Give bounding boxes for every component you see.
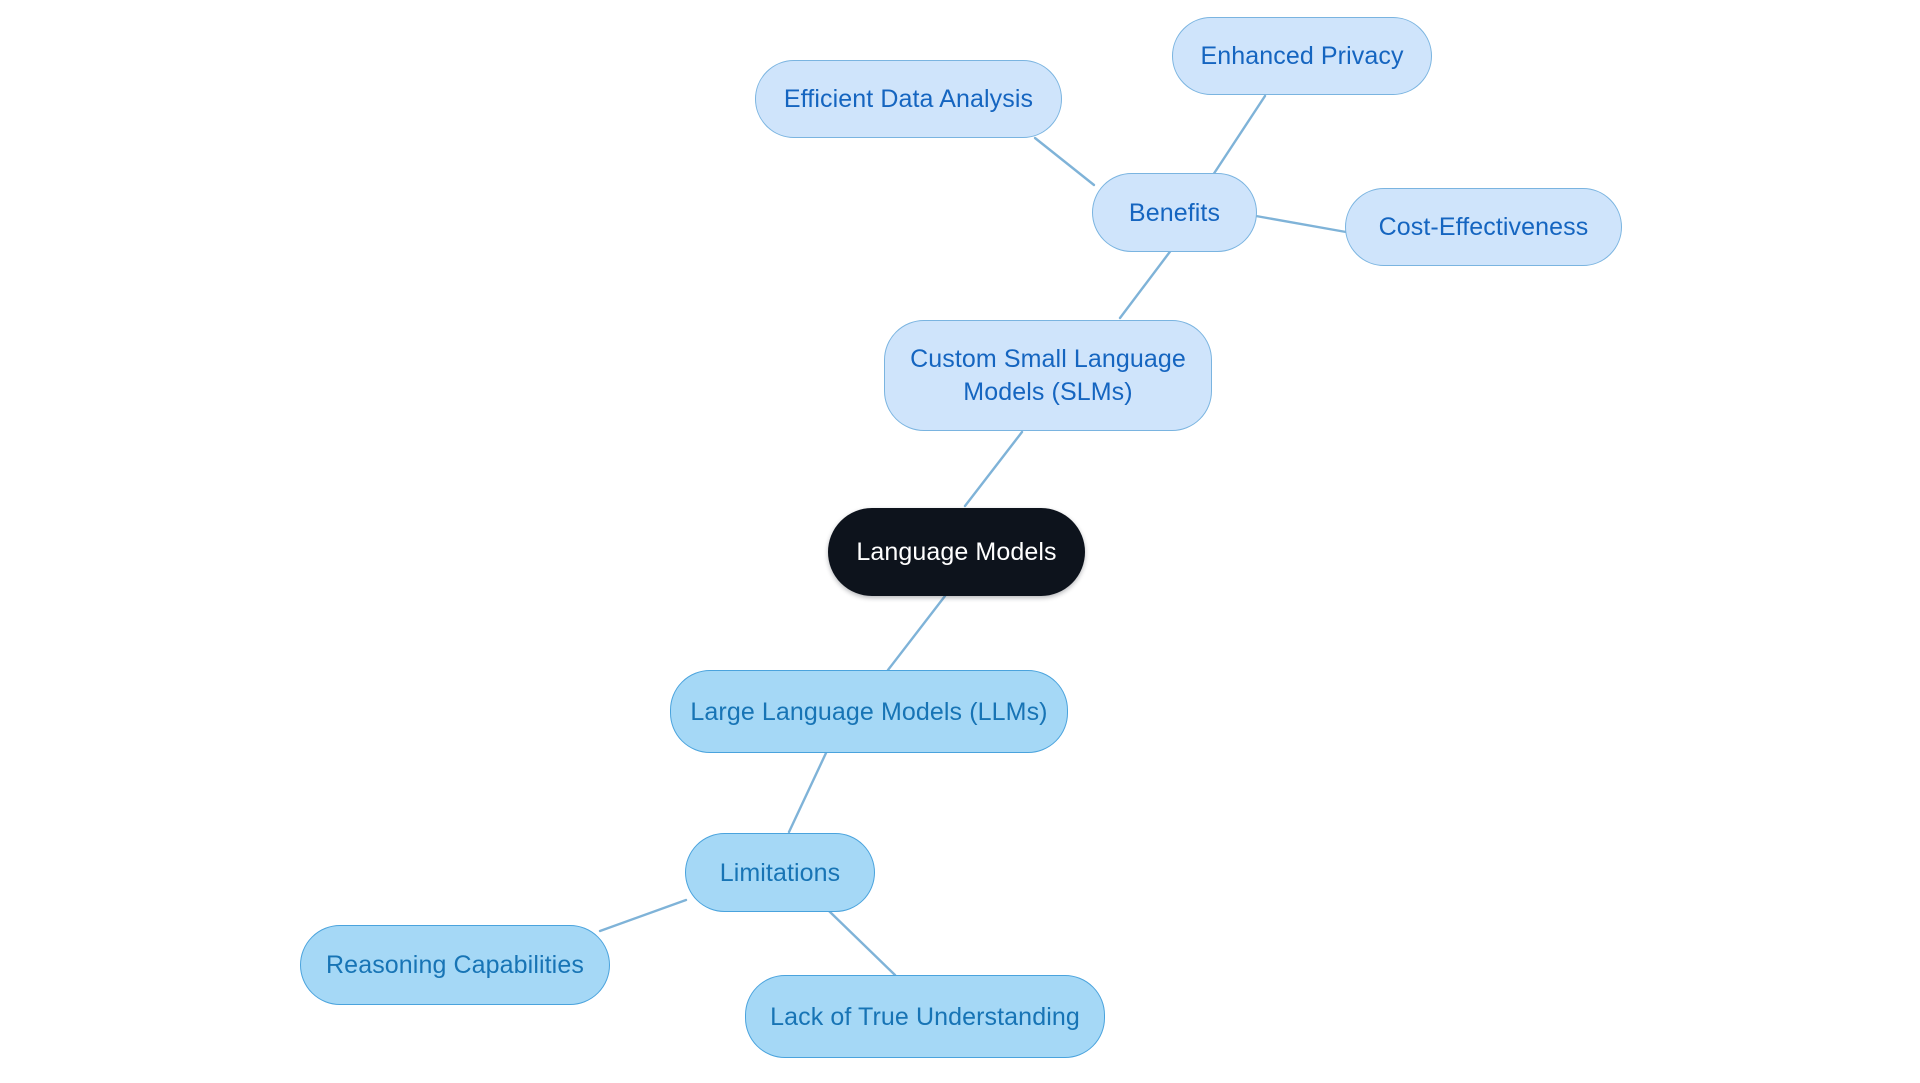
- mindmap-canvas: Enhanced Privacy Efficient Data Analysis…: [0, 0, 1920, 1083]
- edge-limitations-to-lack-of-true-understanding: [827, 909, 897, 977]
- edge-benefits-to-cost-effectiveness: [1254, 214, 1348, 234]
- node-large-language-models[interactable]: Large Language Models (LLMs): [670, 670, 1068, 753]
- edge-root-to-slm: [963, 430, 1024, 508]
- node-reasoning-capabilities[interactable]: Reasoning Capabilities: [300, 925, 610, 1005]
- edge-slm-to-benefits: [1118, 247, 1174, 320]
- edge-root-to-llm: [886, 594, 947, 672]
- edge-benefits-to-efficient-data-analysis: [1033, 136, 1096, 187]
- edge-limitations-to-reasoning-capabilities: [598, 898, 688, 933]
- node-root-language-models[interactable]: Language Models: [828, 508, 1085, 596]
- node-benefits[interactable]: Benefits: [1092, 173, 1257, 252]
- node-custom-small-language-models[interactable]: Custom Small Language Models (SLMs): [884, 320, 1212, 431]
- node-lack-of-true-understanding[interactable]: Lack of True Understanding: [745, 975, 1105, 1058]
- edge-benefits-to-enhanced-privacy: [1211, 94, 1267, 177]
- node-limitations[interactable]: Limitations: [685, 833, 875, 912]
- node-efficient-data-analysis[interactable]: Efficient Data Analysis: [755, 60, 1062, 138]
- node-enhanced-privacy[interactable]: Enhanced Privacy: [1172, 17, 1432, 95]
- node-cost-effectiveness[interactable]: Cost-Effectiveness: [1345, 188, 1622, 266]
- edge-llm-to-limitations: [787, 751, 828, 834]
